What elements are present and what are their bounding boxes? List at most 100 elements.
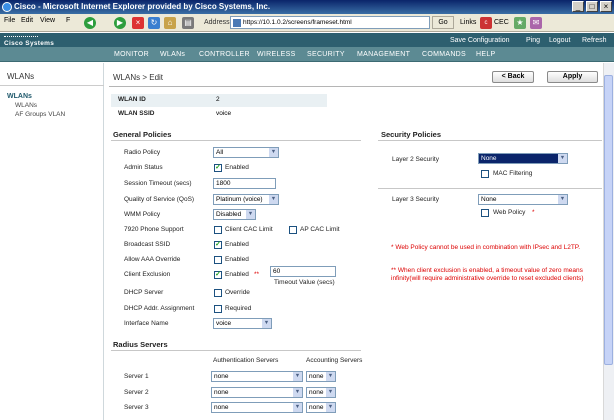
client-cac-checkbox[interactable] xyxy=(214,226,222,234)
links-label[interactable]: Links xyxy=(460,19,476,26)
sidebar-title: WLANs xyxy=(7,72,35,81)
print-icon[interactable]: ▤ xyxy=(182,17,194,29)
server1-acct-value: none xyxy=(309,373,324,380)
minimize-icon[interactable]: _ xyxy=(572,1,584,12)
nav-controller[interactable]: CONTROLLER xyxy=(199,51,250,58)
address-bar[interactable]: https://10.1.0.2/screens/frameset.html xyxy=(230,16,430,29)
interface-name-select[interactable]: voice ▼ xyxy=(213,318,272,329)
aaa-override-checkbox[interactable] xyxy=(214,256,222,264)
server2-acct-select[interactable]: none ▼ xyxy=(306,387,336,398)
radio-policy-select[interactable]: All ▼ xyxy=(213,147,279,158)
broadcast-ssid-label: Broadcast SSID xyxy=(124,241,171,248)
server3-auth-select[interactable]: none ▼ xyxy=(211,402,303,413)
refresh-link[interactable]: Refresh xyxy=(582,37,607,44)
mail-icon[interactable]: ✉ xyxy=(530,17,542,29)
nav-wlans[interactable]: WLANs xyxy=(160,51,185,58)
session-timeout-input[interactable]: 1800 xyxy=(213,178,276,189)
save-configuration-link[interactable]: Save Configuration xyxy=(450,37,510,44)
sidebar-divider xyxy=(0,85,104,86)
ping-link[interactable]: Ping xyxy=(526,37,540,44)
scrollbar-thumb[interactable] xyxy=(604,75,613,365)
admin-status-checkbox[interactable]: ✓ xyxy=(214,164,222,172)
chevron-down-icon: ▼ xyxy=(558,195,567,204)
mac-filtering-checkbox[interactable] xyxy=(481,170,489,178)
layer3-security-select[interactable]: None ▼ xyxy=(478,194,568,205)
go-button[interactable]: Go xyxy=(432,16,454,29)
nav-help[interactable]: HELP xyxy=(476,51,496,58)
close-icon[interactable]: × xyxy=(600,1,612,12)
maximize-icon[interactable]: □ xyxy=(586,1,598,12)
cisco-header xyxy=(0,33,614,47)
logout-link[interactable]: Logout xyxy=(549,37,570,44)
chevron-down-icon: ▼ xyxy=(326,388,335,397)
note-client-exclusion: ** When client exclusion is enabled, a t… xyxy=(391,267,584,282)
cisco-logo: Cisco Systems xyxy=(4,40,55,47)
server2-acct-value: none xyxy=(309,389,324,396)
client-exclusion-checkbox[interactable]: ✓ xyxy=(214,271,222,279)
chevron-down-icon: ▼ xyxy=(293,388,302,397)
bookmark-icon[interactable]: ★ xyxy=(514,17,526,29)
nav-wireless[interactable]: WIRELESS xyxy=(257,51,296,58)
layer3-security-label: Layer 3 Security xyxy=(392,196,439,203)
chevron-down-icon: ▼ xyxy=(269,195,278,204)
security-policies-divider xyxy=(378,140,602,141)
dhcp-override-checkbox[interactable] xyxy=(214,289,222,297)
exclusion-timeout-input[interactable]: 60 xyxy=(270,266,336,277)
layer2-security-label: Layer 2 Security xyxy=(392,156,439,163)
menu-view[interactable]: View xyxy=(40,17,55,24)
server3-acct-value: none xyxy=(309,404,324,411)
server3-acct-select[interactable]: none ▼ xyxy=(306,402,336,413)
forward-arrow-icon[interactable]: ▶ xyxy=(114,17,126,29)
stop-icon[interactable]: × xyxy=(132,17,144,29)
sidebar-item-wlans[interactable]: WLANs xyxy=(15,102,37,109)
server2-label: Server 2 xyxy=(124,389,149,396)
home-icon[interactable]: ⌂ xyxy=(164,17,176,29)
auth-servers-header: Authentication Servers xyxy=(213,357,279,364)
sidebar-heading-wlans[interactable]: WLANs xyxy=(7,93,32,100)
nav-monitor[interactable]: MONITOR xyxy=(114,51,149,58)
server2-auth-value: none xyxy=(214,389,229,396)
nav-security[interactable]: SECURITY xyxy=(307,51,345,58)
menu-edit[interactable]: Edit xyxy=(21,17,33,24)
page-icon xyxy=(233,19,241,27)
client-exclusion-label: Client Exclusion xyxy=(124,271,171,278)
note-web-policy: * Web Policy cannot be used in combinati… xyxy=(391,244,581,251)
dhcp-required-option: Required xyxy=(225,305,252,312)
general-policies-divider xyxy=(111,140,361,141)
back-arrow-icon[interactable]: ◀ xyxy=(84,17,96,29)
mac-filtering-option: MAC Filtering xyxy=(493,170,533,177)
server2-auth-select[interactable]: none ▼ xyxy=(211,387,303,398)
dhcp-assignment-label: DHCP Addr. Assignment xyxy=(124,305,195,312)
dhcp-required-checkbox[interactable] xyxy=(214,305,222,313)
web-policy-mark: * xyxy=(532,209,535,216)
security-divider-2 xyxy=(378,188,602,189)
go-label: Go xyxy=(438,19,448,26)
qos-select[interactable]: Platinum (voice) ▼ xyxy=(213,194,279,205)
layer2-security-select[interactable]: None ▼ xyxy=(478,153,568,164)
cisco-icon[interactable]: c xyxy=(480,17,492,29)
chevron-down-icon: ▼ xyxy=(293,403,302,412)
chevron-down-icon: ▼ xyxy=(326,372,335,381)
nav-commands[interactable]: COMMANDS xyxy=(422,51,466,58)
apply-button[interactable]: Apply xyxy=(547,71,598,83)
wmm-policy-select[interactable]: Disabled ▼ xyxy=(213,209,256,220)
ap-cac-checkbox[interactable] xyxy=(289,226,297,234)
breadcrumb: WLANs > Edit xyxy=(113,73,164,82)
chevron-down-icon: ▼ xyxy=(326,403,335,412)
back-button[interactable]: < Back xyxy=(492,71,534,83)
sidebar-item-ap-groups-vlan[interactable]: AF Groups VLAN xyxy=(15,111,65,118)
refresh-icon[interactable]: ↻ xyxy=(148,17,160,29)
web-policy-checkbox[interactable] xyxy=(481,209,489,217)
client-cac-option: Client CAC Limit xyxy=(225,226,273,233)
dhcp-override-option: Override xyxy=(225,289,250,296)
nav-management[interactable]: MANAGEMENT xyxy=(357,51,410,58)
menu-file[interactable]: File xyxy=(4,17,15,24)
wmm-policy-label: WMM Policy xyxy=(124,211,161,218)
server1-acct-select[interactable]: none ▼ xyxy=(306,371,336,382)
broadcast-ssid-checkbox[interactable]: ✓ xyxy=(214,241,222,249)
server1-auth-select[interactable]: none ▼ xyxy=(211,371,303,382)
cec-link[interactable]: CEC xyxy=(494,19,509,26)
layer2-security-value: None xyxy=(481,155,497,162)
menu-favorites[interactable]: F xyxy=(66,17,70,24)
radius-servers-title: Radius Servers xyxy=(113,340,168,349)
